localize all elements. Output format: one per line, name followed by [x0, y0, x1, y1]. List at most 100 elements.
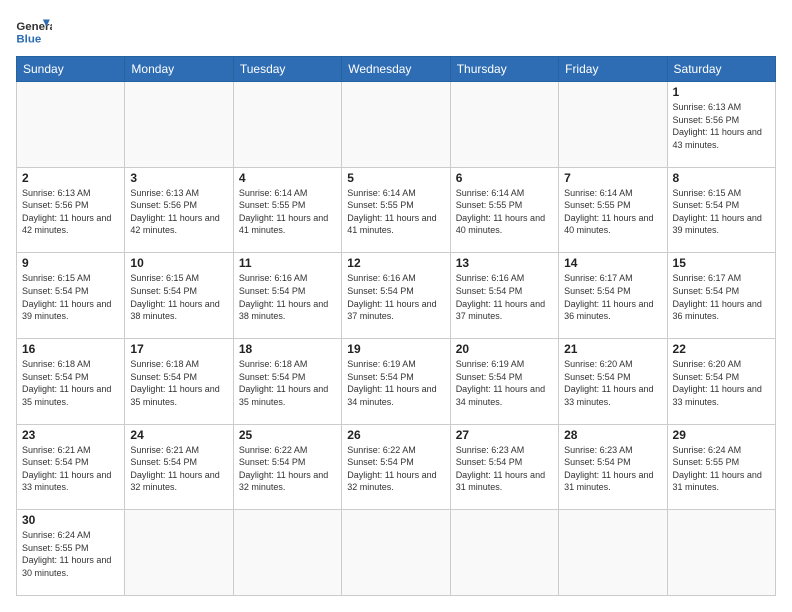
day-number: 15: [673, 256, 770, 270]
day-info: Sunrise: 6:14 AMSunset: 5:55 PMDaylight:…: [564, 187, 661, 237]
day-number: 20: [456, 342, 553, 356]
day-info: Sunrise: 6:22 AMSunset: 5:54 PMDaylight:…: [347, 444, 444, 494]
calendar-cell: 26 Sunrise: 6:22 AMSunset: 5:54 PMDayligh…: [342, 424, 450, 510]
calendar-cell: 8 Sunrise: 6:15 AMSunset: 5:54 PMDaylight…: [667, 167, 775, 253]
day-info: Sunrise: 6:19 AMSunset: 5:54 PMDaylight:…: [456, 358, 553, 408]
calendar-cell: 27 Sunrise: 6:23 AMSunset: 5:54 PMDayligh…: [450, 424, 558, 510]
day-number: 7: [564, 171, 661, 185]
calendar-cell: 5 Sunrise: 6:14 AMSunset: 5:55 PMDaylight…: [342, 167, 450, 253]
calendar-cell: 4 Sunrise: 6:14 AMSunset: 5:55 PMDaylight…: [233, 167, 341, 253]
calendar-cell: 11 Sunrise: 6:16 AMSunset: 5:54 PMDayligh…: [233, 253, 341, 339]
calendar-cell: 16 Sunrise: 6:18 AMSunset: 5:54 PMDayligh…: [17, 338, 125, 424]
day-number: 8: [673, 171, 770, 185]
day-info: Sunrise: 6:13 AMSunset: 5:56 PMDaylight:…: [130, 187, 227, 237]
calendar-cell: [233, 82, 341, 168]
day-number: 10: [130, 256, 227, 270]
day-number: 18: [239, 342, 336, 356]
calendar-week-6: 30 Sunrise: 6:24 AMSunset: 5:55 PMDayligh…: [17, 510, 776, 596]
calendar-cell: [450, 82, 558, 168]
day-info: Sunrise: 6:16 AMSunset: 5:54 PMDaylight:…: [239, 272, 336, 322]
day-info: Sunrise: 6:13 AMSunset: 5:56 PMDaylight:…: [22, 187, 119, 237]
day-info: Sunrise: 6:15 AMSunset: 5:54 PMDaylight:…: [22, 272, 119, 322]
calendar-cell: 1Sunrise: 6:13 AMSunset: 5:56 PMDaylight…: [667, 82, 775, 168]
calendar-cell: [342, 510, 450, 596]
calendar-cell: 14Sunrise: 6:17 AMSunset: 5:54 PMDayligh…: [559, 253, 667, 339]
calendar-week-5: 23Sunrise: 6:21 AMSunset: 5:54 PMDayligh…: [17, 424, 776, 510]
day-info: Sunrise: 6:19 AMSunset: 5:54 PMDaylight:…: [347, 358, 444, 408]
day-number: 26: [347, 428, 444, 442]
day-number: 27: [456, 428, 553, 442]
day-info: Sunrise: 6:18 AMSunset: 5:54 PMDaylight:…: [239, 358, 336, 408]
calendar-cell: 20 Sunrise: 6:19 AMSunset: 5:54 PMDayligh…: [450, 338, 558, 424]
calendar-cell: 10Sunrise: 6:15 AMSunset: 5:54 PMDayligh…: [125, 253, 233, 339]
day-info: Sunrise: 6:23 AMSunset: 5:54 PMDaylight:…: [456, 444, 553, 494]
day-number: 24: [130, 428, 227, 442]
calendar-cell: 23Sunrise: 6:21 AMSunset: 5:54 PMDayligh…: [17, 424, 125, 510]
calendar-cell: [559, 82, 667, 168]
calendar-cell: 3 Sunrise: 6:13 AMSunset: 5:56 PMDaylight…: [125, 167, 233, 253]
calendar-cell: 30 Sunrise: 6:24 AMSunset: 5:55 PMDayligh…: [17, 510, 125, 596]
day-number: 13: [456, 256, 553, 270]
calendar-cell: 25 Sunrise: 6:22 AMSunset: 5:54 PMDayligh…: [233, 424, 341, 510]
day-number: 11: [239, 256, 336, 270]
calendar-cell: 22Sunrise: 6:20 AMSunset: 5:54 PMDayligh…: [667, 338, 775, 424]
day-number: 4: [239, 171, 336, 185]
calendar-header-friday: Friday: [559, 57, 667, 82]
day-number: 16: [22, 342, 119, 356]
day-info: Sunrise: 6:15 AMSunset: 5:54 PMDaylight:…: [673, 187, 770, 237]
day-info: Sunrise: 6:16 AMSunset: 5:54 PMDaylight:…: [456, 272, 553, 322]
day-info: Sunrise: 6:24 AMSunset: 5:55 PMDaylight:…: [673, 444, 770, 494]
calendar-cell: 17 Sunrise: 6:18 AMSunset: 5:54 PMDayligh…: [125, 338, 233, 424]
calendar-header-wednesday: Wednesday: [342, 57, 450, 82]
day-number: 29: [673, 428, 770, 442]
calendar-week-3: 9 Sunrise: 6:15 AMSunset: 5:54 PMDaylight…: [17, 253, 776, 339]
calendar-cell: 9 Sunrise: 6:15 AMSunset: 5:54 PMDaylight…: [17, 253, 125, 339]
logo: General Blue: [16, 16, 52, 46]
day-info: Sunrise: 6:18 AMSunset: 5:54 PMDaylight:…: [22, 358, 119, 408]
day-number: 6: [456, 171, 553, 185]
calendar-table: SundayMondayTuesdayWednesdayThursdayFrid…: [16, 56, 776, 596]
calendar-cell: 7 Sunrise: 6:14 AMSunset: 5:55 PMDaylight…: [559, 167, 667, 253]
calendar-cell: 19 Sunrise: 6:19 AMSunset: 5:54 PMDayligh…: [342, 338, 450, 424]
day-info: Sunrise: 6:24 AMSunset: 5:55 PMDaylight:…: [22, 529, 119, 579]
calendar-cell: [342, 82, 450, 168]
calendar-week-4: 16 Sunrise: 6:18 AMSunset: 5:54 PMDayligh…: [17, 338, 776, 424]
day-info: Sunrise: 6:21 AMSunset: 5:54 PMDaylight:…: [130, 444, 227, 494]
calendar-cell: [450, 510, 558, 596]
day-number: 28: [564, 428, 661, 442]
day-number: 19: [347, 342, 444, 356]
generalblue-logo-icon: General Blue: [16, 16, 52, 46]
calendar-cell: [125, 510, 233, 596]
day-number: 17: [130, 342, 227, 356]
day-number: 25: [239, 428, 336, 442]
day-number: 21: [564, 342, 661, 356]
day-number: 9: [22, 256, 119, 270]
calendar-cell: 2 Sunrise: 6:13 AMSunset: 5:56 PMDaylight…: [17, 167, 125, 253]
calendar-cell: 12Sunrise: 6:16 AMSunset: 5:54 PMDayligh…: [342, 253, 450, 339]
header: General Blue: [16, 16, 776, 46]
day-number: 14: [564, 256, 661, 270]
day-info: Sunrise: 6:17 AMSunset: 5:54 PMDaylight:…: [673, 272, 770, 322]
calendar-cell: 28 Sunrise: 6:23 AMSunset: 5:54 PMDayligh…: [559, 424, 667, 510]
day-number: 1: [673, 85, 770, 99]
day-info: Sunrise: 6:14 AMSunset: 5:55 PMDaylight:…: [456, 187, 553, 237]
calendar-header-sunday: Sunday: [17, 57, 125, 82]
day-info: Sunrise: 6:22 AMSunset: 5:54 PMDaylight:…: [239, 444, 336, 494]
day-info: Sunrise: 6:20 AMSunset: 5:54 PMDaylight:…: [564, 358, 661, 408]
calendar-cell: [667, 510, 775, 596]
calendar-cell: [559, 510, 667, 596]
day-number: 5: [347, 171, 444, 185]
day-info: Sunrise: 6:14 AMSunset: 5:55 PMDaylight:…: [239, 187, 336, 237]
day-info: Sunrise: 6:23 AMSunset: 5:54 PMDaylight:…: [564, 444, 661, 494]
calendar-cell: 24 Sunrise: 6:21 AMSunset: 5:54 PMDayligh…: [125, 424, 233, 510]
day-number: 30: [22, 513, 119, 527]
calendar-cell: 21 Sunrise: 6:20 AMSunset: 5:54 PMDayligh…: [559, 338, 667, 424]
day-info: Sunrise: 6:14 AMSunset: 5:55 PMDaylight:…: [347, 187, 444, 237]
calendar-cell: 29 Sunrise: 6:24 AMSunset: 5:55 PMDayligh…: [667, 424, 775, 510]
day-number: 2: [22, 171, 119, 185]
day-info: Sunrise: 6:18 AMSunset: 5:54 PMDaylight:…: [130, 358, 227, 408]
svg-text:Blue: Blue: [16, 33, 41, 45]
day-number: 3: [130, 171, 227, 185]
day-info: Sunrise: 6:21 AMSunset: 5:54 PMDaylight:…: [22, 444, 119, 494]
day-number: 22: [673, 342, 770, 356]
